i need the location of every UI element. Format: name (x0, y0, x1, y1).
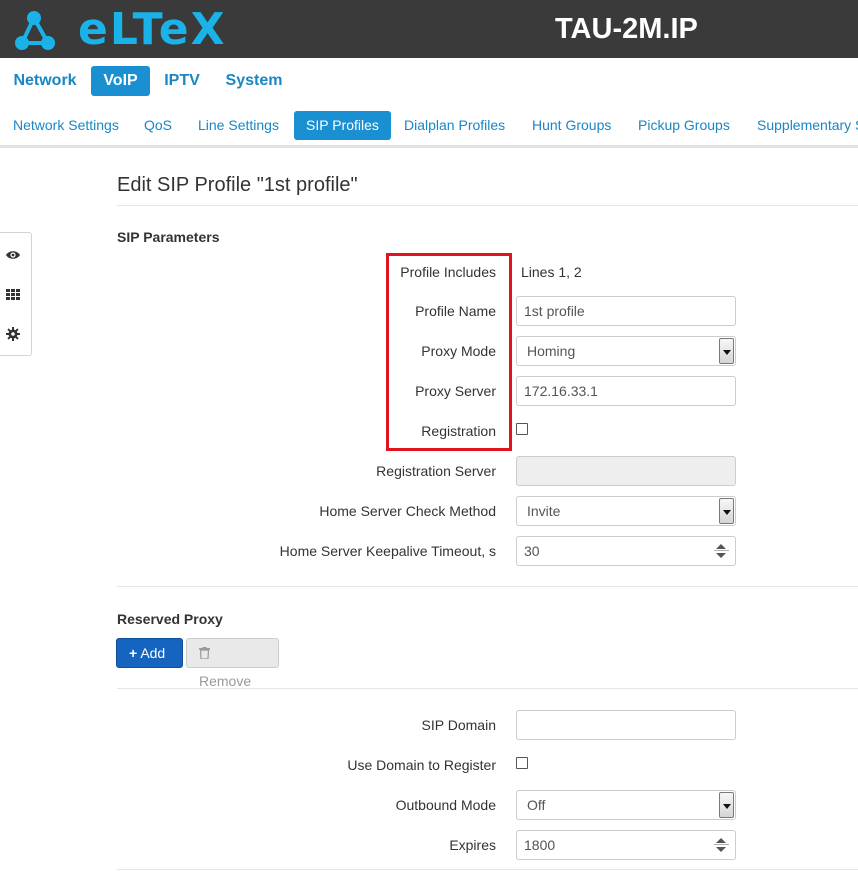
nav-voip[interactable]: VoIP (91, 66, 150, 96)
divider (117, 869, 858, 870)
profile-includes-value: Lines 1, 2 (521, 264, 582, 280)
profile-name-input[interactable]: 1st profile (516, 296, 736, 326)
nav-network[interactable]: Network (6, 66, 84, 96)
outbound-mode-label: Outbound Mode (395, 797, 496, 813)
home-server-check-method-label: Home Server Check Method (319, 503, 496, 519)
device-name: TAU-2M.IP (555, 13, 698, 45)
nav-system[interactable]: System (218, 66, 290, 96)
highlight-box (386, 253, 512, 451)
side-toolbar (0, 232, 32, 356)
registration-server-label: Registration Server (376, 463, 496, 479)
eltex-logo-icon (15, 11, 55, 50)
main-nav: Network VoIP IPTV System (0, 58, 858, 104)
tab-supplementary-services[interactable]: Supplementary Services (757, 111, 858, 140)
registration-server-input[interactable] (516, 456, 736, 486)
chevron-down-icon[interactable] (719, 792, 734, 818)
brand-name: eLTeX (78, 4, 227, 55)
tab-dialplan-profiles[interactable]: Dialplan Profiles (404, 111, 505, 140)
spinner-icon[interactable] (714, 837, 729, 853)
chevron-down-icon[interactable] (719, 498, 734, 524)
divider (117, 586, 858, 587)
sip-domain-input[interactable] (516, 710, 736, 740)
remove-button-label: Remove (199, 673, 252, 689)
expires-value: 1800 (524, 837, 556, 853)
tab-hunt-groups[interactable]: Hunt Groups (532, 111, 611, 140)
divider (117, 205, 858, 206)
tab-line-settings[interactable]: Line Settings (198, 111, 279, 140)
registration-checkbox[interactable] (516, 423, 528, 435)
eltex-logo[interactable]: eLTeX (14, 4, 225, 55)
remove-button[interactable]: Remove (186, 638, 279, 689)
tab-network-settings[interactable]: Network Settings (13, 111, 119, 140)
expires-label: Expires (449, 837, 496, 853)
page-title: Edit SIP Profile "1st profile" (117, 174, 358, 196)
expires-input[interactable]: 1800 (516, 830, 736, 860)
reserved-proxy-title: Reserved Proxy (117, 611, 223, 627)
tab-qos[interactable]: QoS (144, 111, 172, 140)
proxy-mode-select[interactable]: Homing (516, 336, 736, 366)
tab-sip-profiles[interactable]: SIP Profiles (294, 111, 391, 140)
proxy-mode-value: Homing (527, 343, 576, 359)
use-domain-to-register-label: Use Domain to Register (347, 757, 496, 773)
home-server-keepalive-timeout-input[interactable]: 30 (516, 536, 736, 566)
divider (117, 688, 858, 689)
trash-icon (199, 647, 210, 660)
add-button[interactable]: + Add (116, 638, 183, 668)
add-button-label: Add (140, 645, 166, 661)
nav-iptv[interactable]: IPTV (157, 66, 207, 96)
home-server-keepalive-timeout-value: 30 (524, 543, 540, 559)
eye-icon[interactable] (5, 247, 21, 263)
home-server-check-method-select[interactable]: Invite (516, 496, 736, 526)
outbound-mode-select[interactable]: Off (516, 790, 736, 820)
grid-icon[interactable] (5, 286, 21, 302)
chevron-down-icon[interactable] (719, 338, 734, 364)
outbound-mode-value: Off (527, 797, 546, 813)
tab-pickup-groups[interactable]: Pickup Groups (638, 111, 730, 140)
use-domain-to-register-checkbox[interactable] (516, 757, 528, 769)
header: eLTeX TAU-2M.IP (0, 0, 858, 58)
sip-parameters-title: SIP Parameters (117, 229, 220, 245)
home-server-check-method-value: Invite (527, 503, 561, 519)
home-server-keepalive-timeout-label: Home Server Keepalive Timeout, s (279, 543, 496, 559)
sip-domain-label: SIP Domain (421, 717, 496, 733)
spinner-icon[interactable] (714, 543, 729, 559)
plus-icon: + (129, 645, 138, 661)
proxy-server-input[interactable]: 172.16.33.1 (516, 376, 736, 406)
sub-nav: Network Settings QoS Line Settings SIP P… (0, 104, 858, 148)
gear-icon[interactable] (5, 326, 21, 342)
